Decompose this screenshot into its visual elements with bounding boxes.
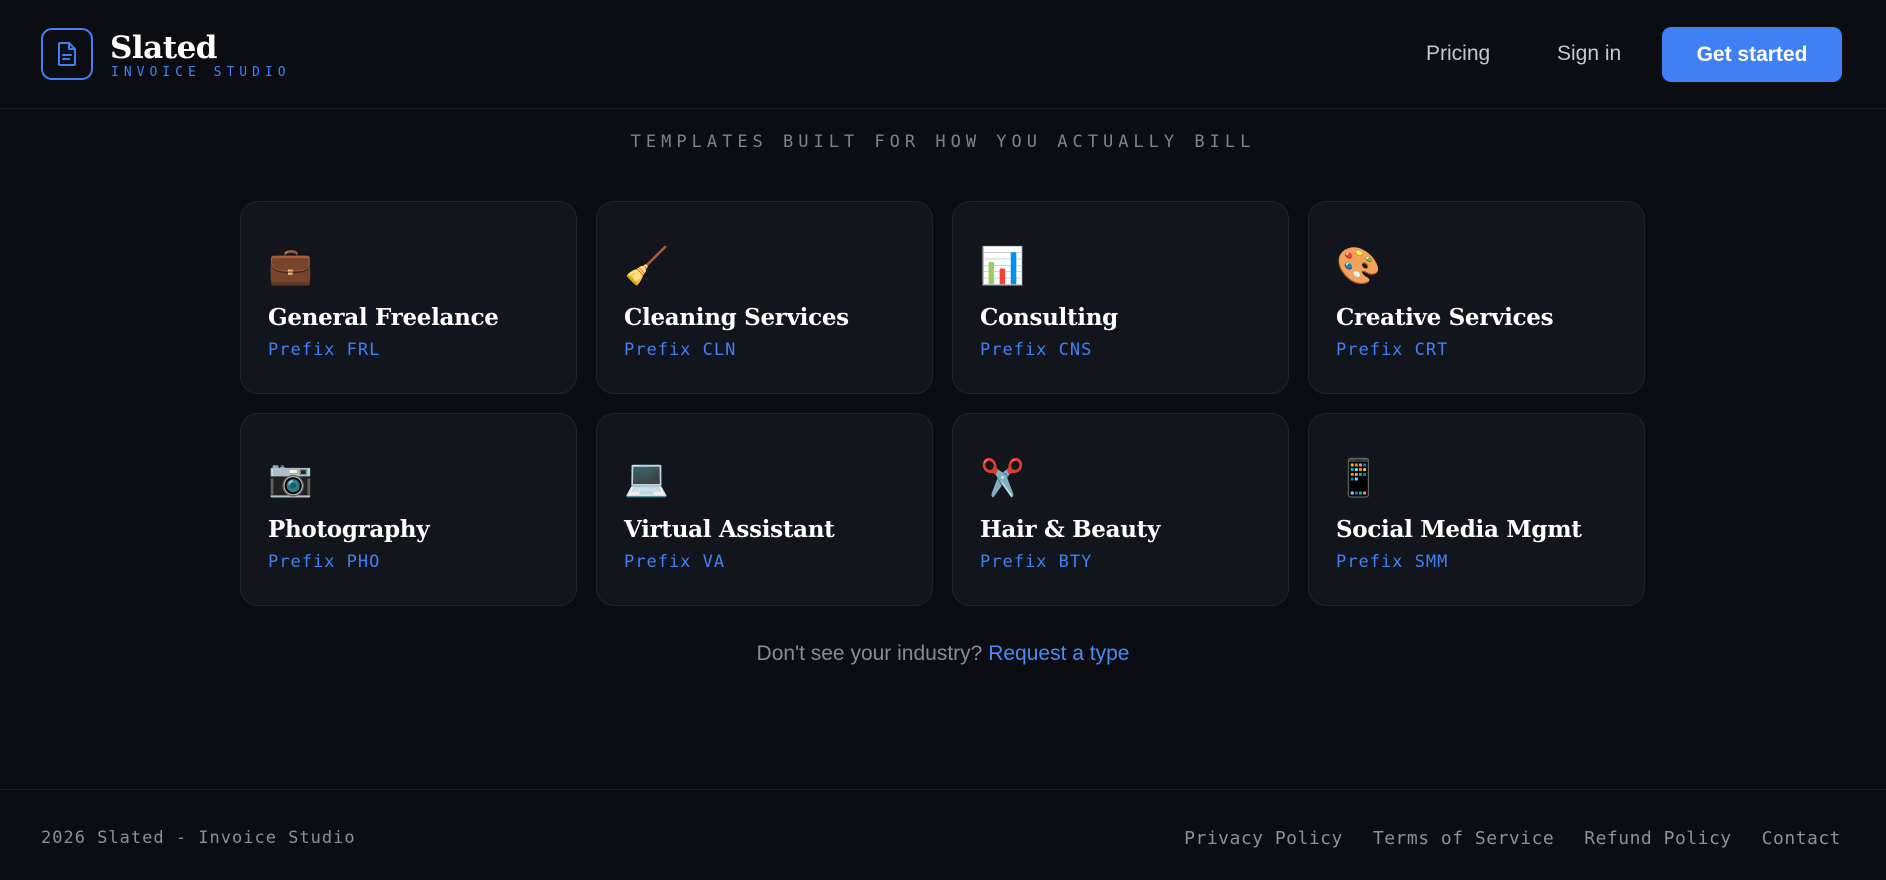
template-card-creative-services[interactable]: 🎨 Creative Services Prefix CRT — [1308, 201, 1645, 394]
brand-name[interactable]: Slated — [110, 30, 217, 66]
privacy-policy-link[interactable]: Privacy Policy — [1184, 828, 1343, 849]
template-card-consulting[interactable]: 📊 Consulting Prefix CNS — [952, 201, 1289, 394]
card-title: Social Media Mgmt — [1336, 516, 1582, 543]
card-prefix: Prefix SMM — [1336, 552, 1449, 572]
mobile-phone-icon: 📱 — [1336, 457, 1381, 498]
footer-links: Privacy Policy Terms of Service Refund P… — [1184, 828, 1841, 849]
template-card-virtual-assistant[interactable]: 💻 Virtual Assistant Prefix VA — [596, 413, 933, 606]
card-prefix: Prefix BTY — [980, 552, 1093, 572]
contact-link[interactable]: Contact — [1762, 828, 1841, 849]
section-eyebrow: TEMPLATES BUILT FOR HOW YOU ACTUALLY BIL… — [630, 132, 1256, 152]
card-title: Hair & Beauty — [980, 516, 1161, 543]
laptop-icon: 💻 — [624, 457, 669, 498]
palette-icon: 🎨 — [1336, 245, 1381, 286]
terms-of-service-link[interactable]: Terms of Service — [1373, 828, 1554, 849]
briefcase-icon: 💼 — [268, 245, 313, 286]
bar-chart-icon: 📊 — [980, 245, 1025, 286]
site-header: Slated INVOICE STUDIO Pricing Sign in Ge… — [0, 0, 1886, 109]
scissors-icon: ✂️ — [980, 457, 1025, 498]
card-title: Creative Services — [1336, 304, 1554, 331]
template-card-general-freelance[interactable]: 💼 General Freelance Prefix FRL — [240, 201, 577, 394]
request-type-line: Don't see your industry? Request a type — [0, 642, 1886, 666]
card-prefix: Prefix CLN — [624, 340, 737, 360]
template-grid: 💼 General Freelance Prefix FRL 🧹 Cleanin… — [240, 201, 1645, 606]
get-started-button[interactable]: Get started — [1662, 27, 1842, 82]
template-card-social-media-mgmt[interactable]: 📱 Social Media Mgmt Prefix SMM — [1308, 413, 1645, 606]
card-prefix: Prefix CRT — [1336, 340, 1449, 360]
card-prefix: Prefix PHO — [268, 552, 381, 572]
card-title: General Freelance — [268, 304, 499, 331]
camera-icon: 📷 — [268, 457, 313, 498]
card-title: Cleaning Services — [624, 304, 849, 331]
card-title: Consulting — [980, 304, 1118, 331]
document-icon[interactable] — [41, 28, 93, 80]
nav-pricing-link[interactable]: Pricing — [1426, 42, 1490, 66]
card-prefix: Prefix VA — [624, 552, 726, 572]
nav-signin-link[interactable]: Sign in — [1557, 42, 1621, 66]
copyright-text: 2026 Slated - Invoice Studio — [41, 828, 356, 848]
refund-policy-link[interactable]: Refund Policy — [1584, 828, 1731, 849]
request-prompt: Don't see your industry? — [756, 642, 983, 665]
request-type-link[interactable]: Request a type — [988, 642, 1129, 665]
template-card-photography[interactable]: 📷 Photography Prefix PHO — [240, 413, 577, 606]
card-prefix: Prefix FRL — [268, 340, 381, 360]
brand-subtitle: INVOICE STUDIO — [111, 65, 291, 80]
card-title: Photography — [268, 516, 430, 543]
card-prefix: Prefix CNS — [980, 340, 1093, 360]
broom-icon: 🧹 — [624, 245, 669, 286]
card-title: Virtual Assistant — [624, 516, 835, 543]
site-footer: 2026 Slated - Invoice Studio Privacy Pol… — [0, 789, 1886, 880]
template-card-cleaning-services[interactable]: 🧹 Cleaning Services Prefix CLN — [596, 201, 933, 394]
template-card-hair-beauty[interactable]: ✂️ Hair & Beauty Prefix BTY — [952, 413, 1289, 606]
